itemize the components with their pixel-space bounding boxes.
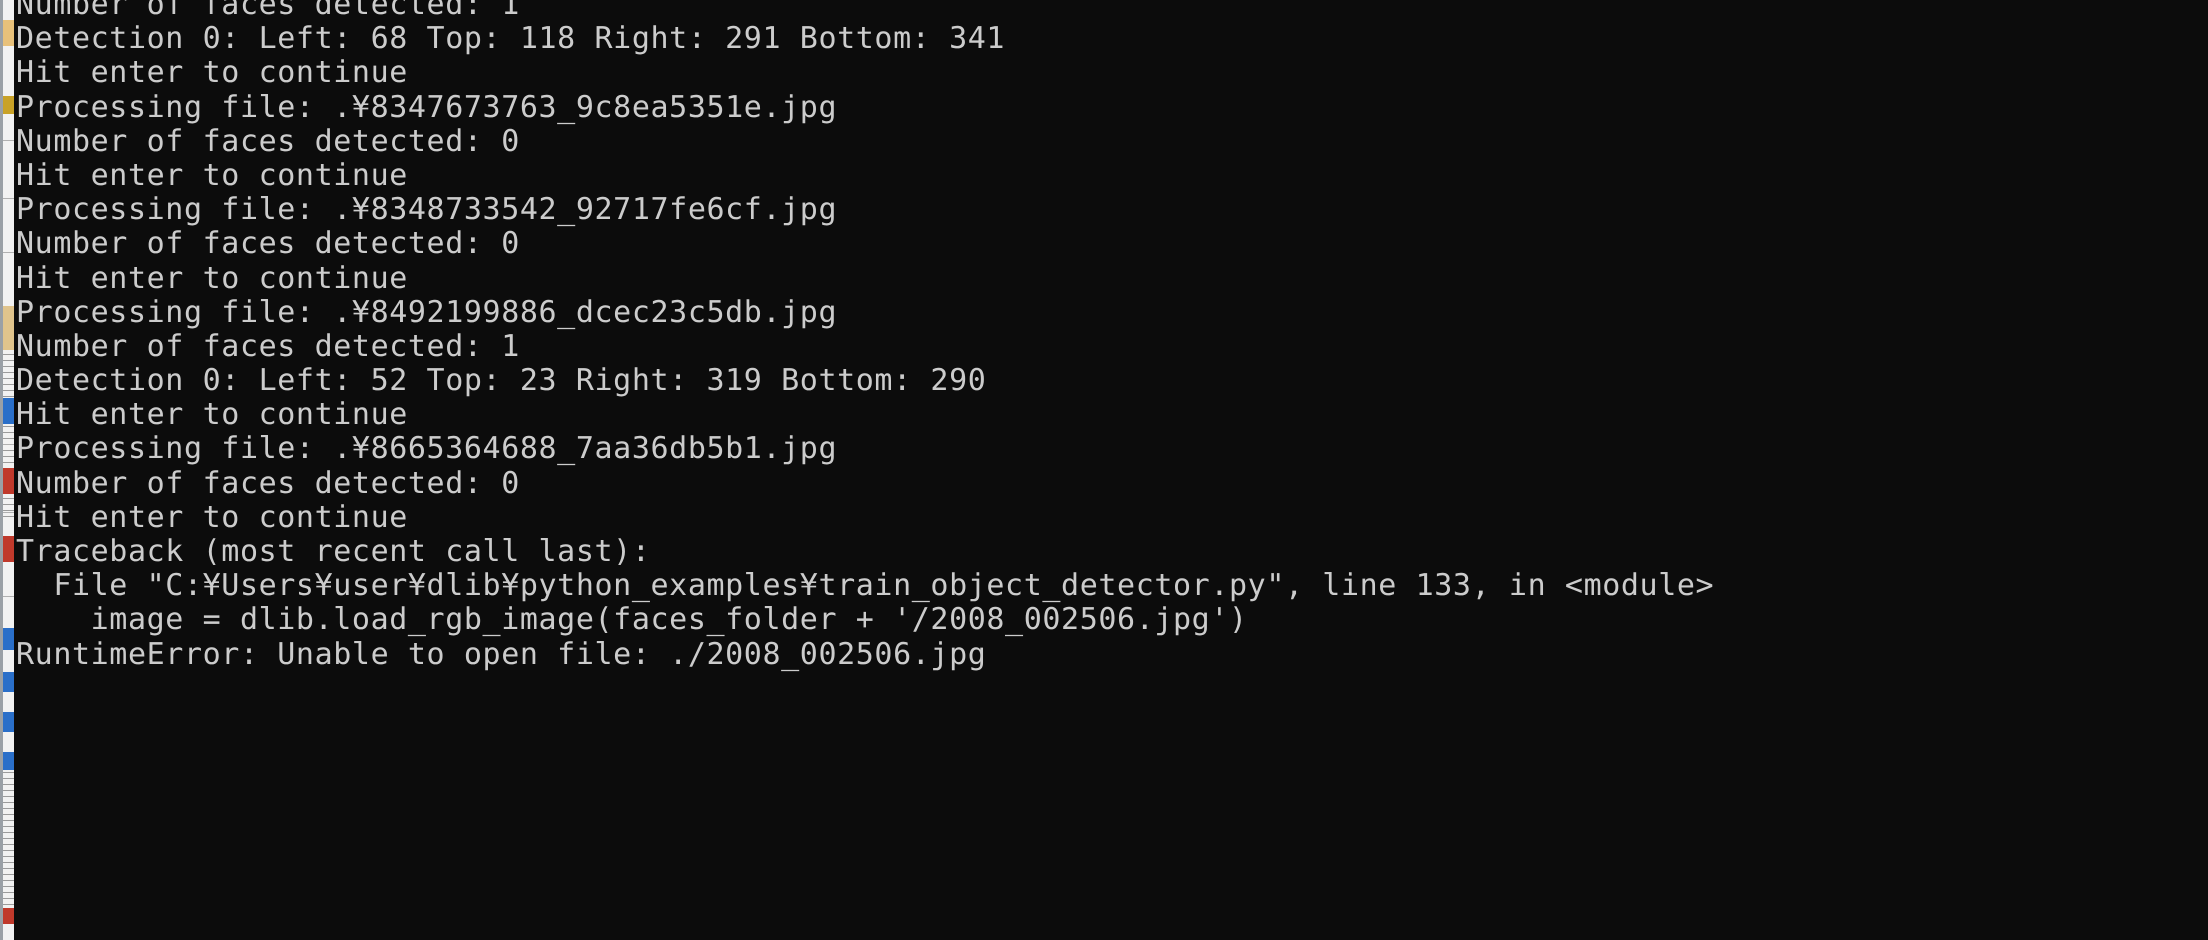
console-line: Hit enter to continue (16, 260, 408, 296)
background-window-mark (3, 712, 14, 732)
console-line: Hit enter to continue (16, 397, 408, 433)
background-window-sliver[interactable] (0, 0, 14, 940)
background-window-rule-3 (3, 252, 14, 253)
background-window-mark (3, 468, 14, 494)
console-line: Number of faces detected: 1 (16, 0, 520, 22)
console-line: Processing file: .¥8492199886_dcec23c5db… (16, 294, 838, 330)
console-line: Number of faces detected: 1 (16, 328, 520, 364)
console-line: Number of faces detected: 0 (16, 226, 520, 262)
console-line: Detection 0: Left: 52 Top: 23 Right: 319… (16, 363, 987, 399)
background-window-rule-1 (3, 140, 14, 141)
background-window-mark (3, 306, 14, 350)
console-line: Traceback (most recent call last): (16, 534, 651, 569)
background-window-mark (3, 96, 14, 114)
background-window-rule-5 (3, 512, 14, 513)
console-line: Processing file: .¥8665364688_7aa36db5b1… (16, 431, 838, 467)
console-line: Processing file: .¥8347673763_9c8ea5351e… (16, 89, 838, 125)
background-window-mark (3, 672, 14, 692)
console-line: File "C:¥Users¥user¥dlib¥python_examples… (16, 568, 1715, 604)
console-line: RuntimeError: Unable to open file: ./200… (16, 636, 987, 672)
console-line: image = dlib.load_rgb_image(faces_folder… (16, 602, 1248, 638)
console-line: Detection 0: Left: 68 Top: 118 Right: 29… (16, 21, 1006, 57)
background-window-mark (3, 536, 14, 562)
background-window-rule-2 (3, 198, 14, 199)
console-line: Hit enter to continue (16, 157, 408, 193)
background-window-mark (3, 752, 14, 770)
console-line: Hit enter to continue (16, 55, 408, 91)
console-line: Hit enter to continue (16, 499, 408, 535)
background-window-mark (3, 908, 14, 924)
background-window-mark (3, 20, 14, 46)
background-window-mark (3, 628, 14, 650)
background-window-rule-6 (3, 596, 14, 597)
console-line: Processing file: .¥8348733542_92717fe6cf… (16, 192, 838, 228)
console-output-text: Number of faces detected: 1 Detection 0: … (14, 0, 2208, 672)
console-line: Number of faces detected: 0 (16, 465, 520, 501)
console-line: Number of faces detected: 0 (16, 123, 520, 159)
background-window-ruler-lower (3, 760, 14, 910)
screen-root: Number of faces detected: 1 Detection 0: … (0, 0, 2208, 940)
background-window-rule-4 (3, 444, 14, 445)
background-window-mark (3, 398, 14, 424)
command-prompt-window[interactable]: Number of faces detected: 1 Detection 0: … (14, 0, 2208, 940)
